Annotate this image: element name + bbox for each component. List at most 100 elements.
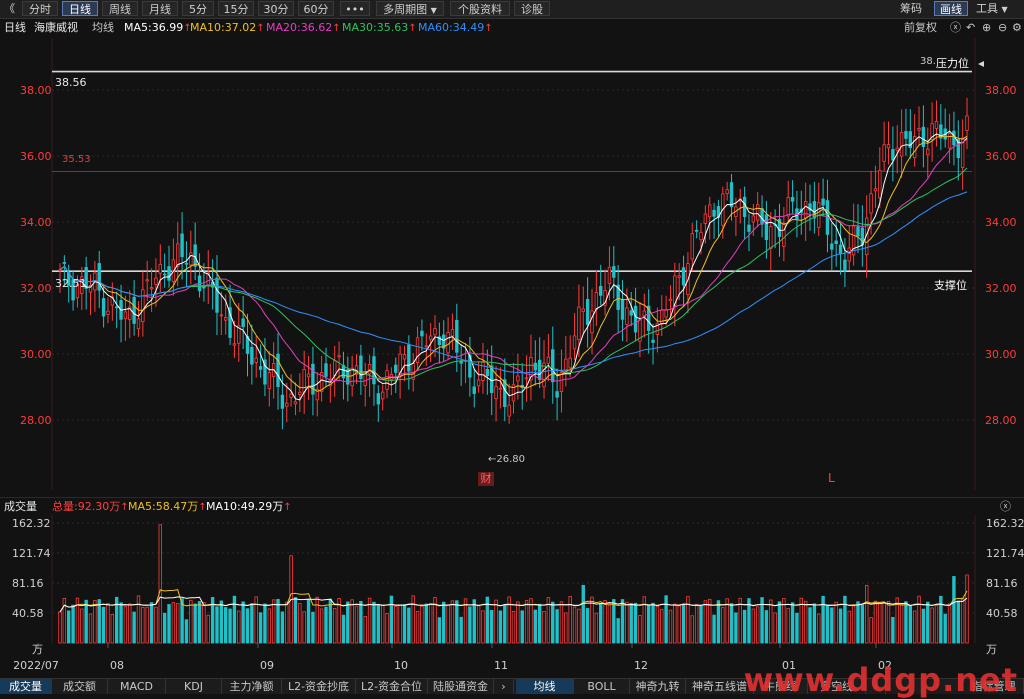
zoom-out-icon[interactable]: ⊖ — [998, 19, 1007, 37]
volume-bar — [817, 613, 821, 644]
volume-bar — [80, 608, 84, 644]
volume-panel[interactable]: 162.32 162.32 121.74 121.74 81.16 81.16 40.58 4… — [0, 515, 1024, 672]
candle-body — [289, 393, 293, 398]
volume-bar — [585, 608, 590, 644]
volume-bar — [446, 604, 450, 644]
tools-dropdown[interactable]: 工具 ▼ — [976, 1, 1008, 16]
volume-bar — [886, 600, 891, 644]
tab-l2-position[interactable]: L2-资金合位 — [356, 679, 428, 694]
candle-body — [516, 375, 520, 382]
zoom-in-icon[interactable]: ⊕ — [982, 19, 991, 37]
horizontal-drawn-lines[interactable] — [52, 61, 984, 272]
tab-hk-connect[interactable]: 陆股通资金 — [428, 679, 494, 694]
tab-main-net[interactable]: 主力净额 — [222, 679, 282, 694]
candle-body — [568, 357, 572, 369]
candle-body — [114, 306, 119, 309]
volume-bar — [407, 607, 411, 644]
volume-bar — [808, 607, 812, 644]
price-tick-left: 28.00 — [20, 414, 52, 427]
volume-bar — [149, 602, 154, 644]
double-chevron-left-icon[interactable]: 《 — [4, 1, 15, 16]
close-panel-icon[interactable]: ⓧ — [1000, 498, 1011, 516]
candlestick-chart[interactable]: 38.00 38.00 36.00 36.00 34.00 34.00 32.00 32.00… — [0, 38, 1024, 490]
candle-body — [394, 364, 398, 373]
volume-bar — [302, 611, 306, 644]
volume-bar — [346, 601, 350, 644]
adjust-dropdown[interactable]: 前复权 — [904, 19, 937, 37]
financial-report-badge[interactable]: 财 — [478, 472, 494, 486]
volume-bar — [189, 599, 193, 644]
volume-bar — [620, 599, 625, 644]
candle-body — [891, 149, 895, 161]
volume-bar — [442, 601, 446, 644]
candle-body — [620, 299, 625, 320]
volume-bar — [581, 584, 585, 644]
volume-bar — [577, 608, 581, 644]
volume-bar — [319, 608, 324, 644]
tab-magic-nine[interactable]: 神奇九转 — [630, 679, 686, 694]
tab-30min[interactable]: 30分 — [258, 1, 294, 16]
tab-monthly[interactable]: 月线 — [142, 1, 178, 16]
candle-body — [668, 298, 673, 301]
candles — [58, 97, 969, 430]
tab-boll[interactable]: BOLL — [574, 679, 630, 694]
tab-15min[interactable]: 15分 — [218, 1, 254, 16]
candle-body — [524, 377, 529, 380]
volume-bar — [385, 613, 389, 644]
tab-turnover[interactable]: 成交额 — [52, 679, 108, 694]
tab-daily[interactable]: 日线 — [62, 1, 98, 16]
volume-bar — [965, 574, 969, 644]
line-type-label[interactable]: 均线 — [92, 19, 114, 37]
volume-bar — [960, 597, 965, 644]
volume-bar — [930, 607, 934, 644]
tab-l2-bottom[interactable]: L2-资金抄底 — [282, 679, 356, 694]
volume-bar — [245, 608, 250, 644]
more-button[interactable]: ••• — [340, 1, 370, 16]
volume-bar — [202, 602, 206, 644]
volume-bar — [520, 610, 524, 644]
volume-bar — [865, 584, 869, 644]
volume-bar — [420, 605, 424, 644]
candle-body — [712, 209, 716, 217]
volume-bar — [721, 607, 725, 644]
candlestick-panel[interactable]: 38.00 38.00 36.00 36.00 34.00 34.00 32.00 32.00… — [0, 38, 1024, 490]
volume-bar — [812, 603, 817, 644]
draw-line-button[interactable]: 画线 — [934, 1, 968, 16]
candle-body — [132, 296, 136, 324]
volume-bar — [769, 599, 773, 644]
volume-bar — [171, 602, 176, 644]
tab-weekly[interactable]: 周线 — [102, 1, 138, 16]
tab-volume[interactable]: 成交量 — [0, 679, 52, 694]
diagnose-button[interactable]: 诊股 — [514, 1, 550, 16]
event-l-marker[interactable]: L — [828, 471, 835, 485]
volume-bar — [145, 606, 149, 644]
candle-body — [219, 314, 224, 317]
chevron-right-icon[interactable]: › — [494, 679, 514, 694]
tab-kdj[interactable]: KDJ — [166, 679, 222, 694]
undo-icon[interactable]: ↶ — [966, 19, 975, 37]
volume-bar — [193, 603, 197, 644]
volume-bar — [703, 600, 708, 644]
tab-60min[interactable]: 60分 — [298, 1, 334, 16]
close-circle-icon[interactable]: ⓧ — [950, 19, 961, 37]
settings-icon[interactable]: ⚙ — [1012, 19, 1022, 37]
volume-chart[interactable]: 162.32 162.32 121.74 121.74 81.16 81.16 40.58 4… — [0, 515, 1024, 678]
up-arrow-icon: ↑ — [484, 23, 493, 34]
volume-bar — [729, 603, 734, 644]
date-label: 08 — [110, 659, 124, 672]
candle-body — [803, 201, 808, 219]
candle-body — [158, 263, 162, 274]
date-label: 2022/07 — [13, 659, 59, 672]
candle-body — [154, 277, 158, 285]
volume-bar — [219, 600, 224, 644]
tab-macd[interactable]: MACD — [108, 679, 166, 694]
stock-info-button[interactable]: 个股资料 — [450, 1, 510, 16]
tab-5min[interactable]: 5分 — [182, 1, 214, 16]
tab-ma[interactable]: 均线 — [516, 679, 574, 694]
volume-bar — [607, 604, 612, 644]
chips-button[interactable]: 筹码 — [900, 1, 922, 16]
volume-bar — [694, 603, 699, 644]
volume-bar — [803, 600, 808, 644]
multi-period-dropdown[interactable]: 多周期图 ▼ — [376, 1, 444, 16]
tab-minute[interactable]: 分时 — [22, 1, 58, 16]
